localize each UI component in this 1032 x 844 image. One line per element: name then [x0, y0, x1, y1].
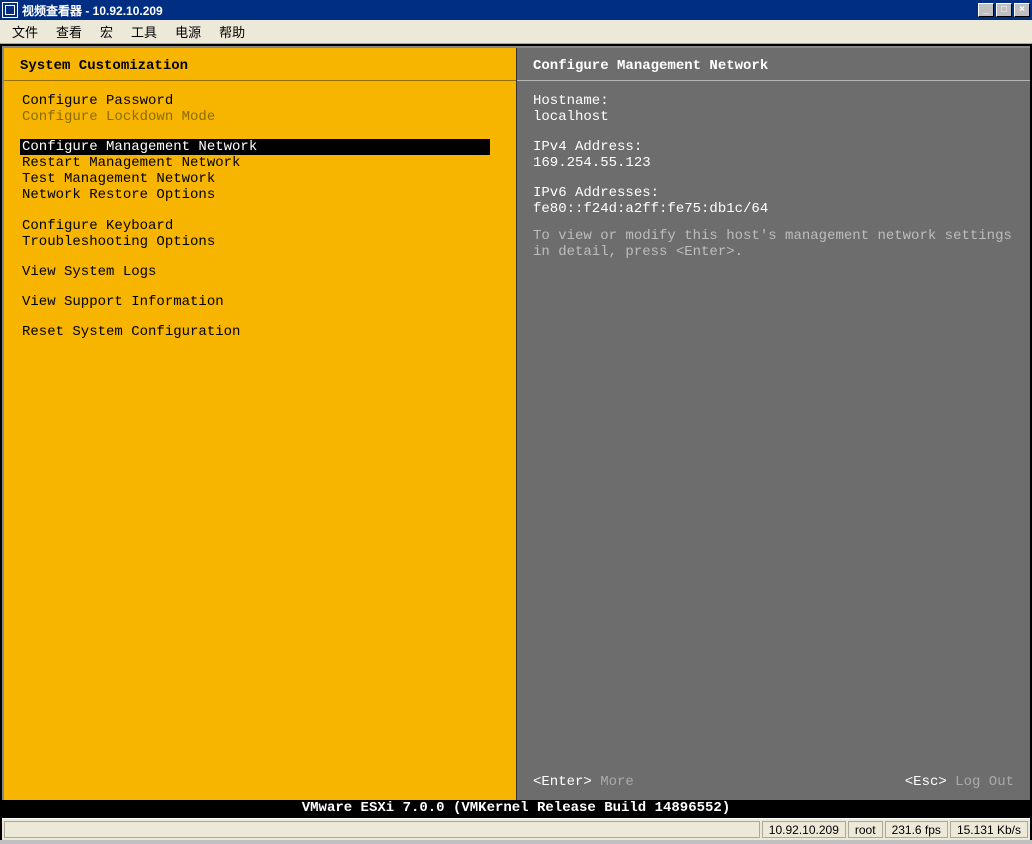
menu-view[interactable]: 查看: [48, 20, 90, 43]
left-pane-title: System Customization: [4, 48, 516, 81]
menu-spacer: [20, 280, 500, 294]
menu-spacer: [20, 250, 500, 264]
status-bw: 15.131 Kb/s: [950, 821, 1028, 838]
hostname-label: Hostname:: [533, 93, 1014, 109]
left-pane: System Customization Configure PasswordC…: [4, 48, 517, 800]
enter-label: More: [592, 774, 634, 790]
menu-file[interactable]: 文件: [4, 20, 46, 43]
menu-tools[interactable]: 工具: [123, 20, 165, 43]
esc-label: Log Out: [947, 774, 1014, 790]
status-filler: [4, 821, 760, 838]
menu-spacer: [20, 204, 500, 218]
menu-item-configure-lockdown-mode: Configure Lockdown Mode: [20, 109, 490, 125]
menu-help[interactable]: 帮助: [211, 20, 253, 43]
help-text: To view or modify this host's management…: [533, 228, 1014, 260]
menu-item-view-support-information[interactable]: View Support Information: [20, 294, 490, 310]
ipv6-label: IPv6 Addresses:: [533, 185, 1014, 201]
menu-power[interactable]: 电源: [167, 20, 209, 43]
close-button[interactable]: ×: [1014, 3, 1030, 17]
right-pane-title: Configure Management Network: [517, 48, 1030, 81]
app-icon: [2, 2, 18, 18]
menu-item-test-management-network[interactable]: Test Management Network: [20, 171, 490, 187]
status-fps: 231.6 fps: [885, 821, 948, 838]
version-bar: VMware ESXi 7.0.0 (VMKernel Release Buil…: [2, 800, 1030, 818]
enter-key: <Enter>: [533, 774, 592, 790]
system-menu: Configure PasswordConfigure Lockdown Mod…: [4, 81, 516, 800]
menu-macro[interactable]: 宏: [92, 20, 121, 43]
window-controls: _ □ ×: [978, 3, 1030, 17]
menu-item-configure-keyboard[interactable]: Configure Keyboard: [20, 218, 490, 234]
console-area: System Customization Configure PasswordC…: [0, 44, 1032, 840]
hint-enter: <Enter> More: [533, 774, 634, 790]
hostname-value: localhost: [533, 109, 1014, 125]
status-strip: 10.92.10.209 root 231.6 fps 15.131 Kb/s: [2, 818, 1030, 840]
ipv4-label: IPv4 Address:: [533, 139, 1014, 155]
menu-item-reset-system-configuration[interactable]: Reset System Configuration: [20, 324, 490, 340]
menu-item-configure-management-network[interactable]: Configure Management Network: [20, 139, 490, 155]
status-ip: 10.92.10.209: [762, 821, 846, 838]
menu-item-restart-management-network[interactable]: Restart Management Network: [20, 155, 490, 171]
menubar: 文件 查看 宏 工具 电源 帮助: [0, 20, 1032, 44]
ipv4-value: 169.254.55.123: [533, 155, 1014, 171]
menu-item-troubleshooting-options[interactable]: Troubleshooting Options: [20, 234, 490, 250]
dcui-screen: System Customization Configure PasswordC…: [2, 46, 1030, 800]
maximize-button[interactable]: □: [996, 3, 1012, 17]
footer-hints: <Enter> More <Esc> Log Out: [517, 766, 1030, 800]
status-user: root: [848, 821, 883, 838]
minimize-button[interactable]: _: [978, 3, 994, 17]
menu-spacer: [20, 125, 500, 139]
window-title: 视频查看器 - 10.92.10.209: [22, 2, 978, 19]
ipv6-value: fe80::f24d:a2ff:fe75:db1c/64: [533, 201, 1014, 217]
esc-key: <Esc>: [905, 774, 947, 790]
menu-spacer: [20, 310, 500, 324]
menu-item-configure-password[interactable]: Configure Password: [20, 93, 490, 109]
window-titlebar: 视频查看器 - 10.92.10.209 _ □ ×: [0, 0, 1032, 20]
menu-item-view-system-logs[interactable]: View System Logs: [20, 264, 490, 280]
detail-body: Hostname: localhost IPv4 Address: 169.25…: [517, 81, 1030, 766]
right-pane: Configure Management Network Hostname: l…: [517, 48, 1030, 800]
hint-esc: <Esc> Log Out: [905, 774, 1014, 790]
menu-item-network-restore-options[interactable]: Network Restore Options: [20, 187, 490, 203]
